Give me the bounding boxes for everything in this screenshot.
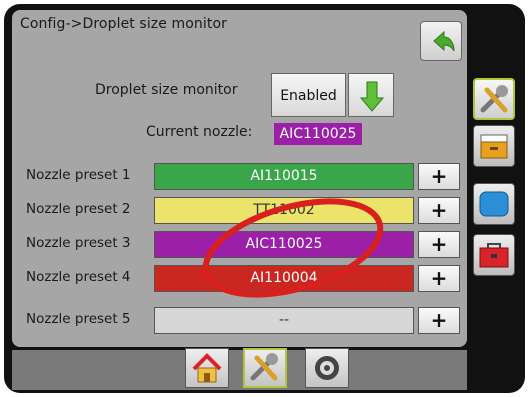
storage-box-icon [480,134,508,159]
down-arrow-icon [359,81,385,112]
preset-1-add-button[interactable]: + [418,163,460,190]
current-nozzle-value: AIC110025 [274,123,362,145]
preset-4-label: Nozzle preset 4 [26,269,131,285]
preset-2-label: Nozzle preset 2 [26,201,131,217]
sidebar-tools-button[interactable] [473,78,515,120]
page-title: Config->Droplet size monitor [20,16,227,32]
preset-2-button[interactable]: TT11002 [154,197,414,224]
display-icon [479,191,509,217]
preset-1-label: Nozzle preset 1 [26,167,131,183]
preset-1-button[interactable]: AI110015 [154,163,414,190]
tools-icon [480,85,508,113]
preset-3-label: Nozzle preset 3 [26,235,131,251]
preset-3-add-button[interactable]: + [418,231,460,258]
sidebar-storage-button[interactable] [473,125,515,167]
droplet-monitor-dropdown[interactable] [348,73,394,117]
preset-4-add-button[interactable]: + [418,265,460,292]
home-icon [192,353,222,383]
toolbox-icon [479,243,509,268]
back-button[interactable] [420,21,462,61]
preset-2-add-button[interactable]: + [418,197,460,224]
footer-bar [12,350,467,390]
droplet-monitor-value[interactable]: Enabled [271,73,346,117]
preset-5-label: Nozzle preset 5 [26,311,131,327]
preset-3-button[interactable]: AIC110025 [154,231,414,258]
sidebar-toolbox-button[interactable] [473,234,515,276]
current-nozzle-label: Current nozzle: [146,124,253,140]
tab-gauge[interactable] [305,348,349,388]
back-arrow-icon [433,30,455,52]
preset-5-add-button[interactable]: + [418,307,460,334]
preset-5-button[interactable]: -- [154,307,414,334]
tab-home[interactable] [185,348,229,388]
preset-4-button[interactable]: AI110004 [154,265,414,292]
droplet-monitor-label: Droplet size monitor [95,82,238,98]
tools-icon [250,353,278,381]
tab-tools[interactable] [243,348,287,388]
gauge-icon [315,356,339,380]
sidebar-display-button[interactable] [473,183,515,225]
main-panel: Config->Droplet size monitor Droplet siz… [12,10,467,347]
